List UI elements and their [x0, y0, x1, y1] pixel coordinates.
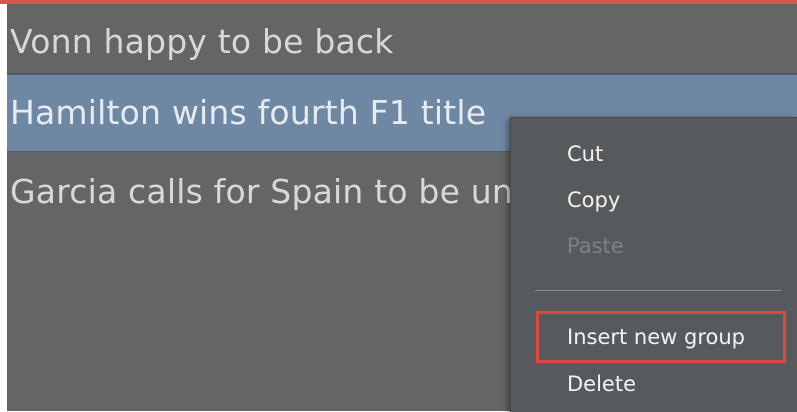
- menu-separator: [535, 290, 781, 291]
- menu-item-cut[interactable]: Cut: [567, 142, 603, 166]
- list-item[interactable]: Vonn happy to be back: [7, 4, 797, 80]
- app-frame: Vonn happy to be back Hamilton wins four…: [0, 0, 797, 412]
- menu-item-copy[interactable]: Copy: [567, 188, 620, 212]
- menu-item-paste: Paste: [567, 234, 624, 258]
- menu-item-delete[interactable]: Delete: [567, 372, 636, 396]
- menu-item-insert-new-group[interactable]: Insert new group: [567, 325, 745, 349]
- context-menu: Cut Copy Paste Insert new group Delete: [510, 117, 797, 412]
